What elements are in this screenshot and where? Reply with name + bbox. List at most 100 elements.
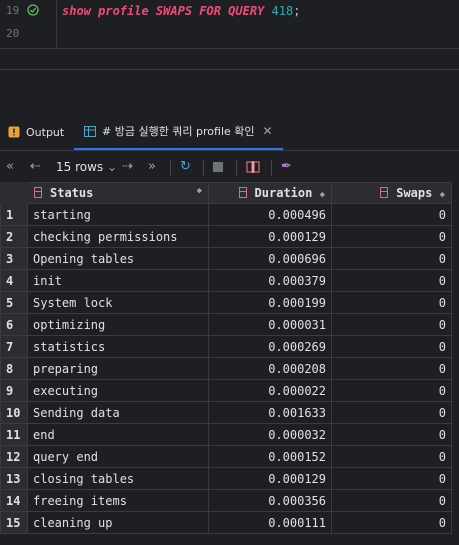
cell-status[interactable]: preparing bbox=[27, 357, 209, 380]
row-number[interactable]: 11 bbox=[0, 423, 28, 446]
row-number[interactable]: 3 bbox=[0, 247, 28, 270]
row-number[interactable]: 6 bbox=[0, 313, 28, 336]
table-row[interactable]: 13 closing tables 0.000129 0 bbox=[0, 467, 452, 490]
sort-icon[interactable]: ◆ bbox=[320, 190, 325, 200]
cell-swaps[interactable]: 0 bbox=[331, 247, 452, 270]
cell-duration[interactable]: 0.000199 bbox=[208, 291, 332, 314]
previous-page-icon[interactable]: ⇠ bbox=[30, 159, 41, 174]
cell-swaps[interactable]: 0 bbox=[331, 423, 452, 446]
cell-status[interactable]: query end bbox=[27, 445, 209, 468]
table-row[interactable]: 8 preparing 0.000208 0 bbox=[0, 357, 452, 380]
cell-swaps[interactable]: 0 bbox=[331, 445, 452, 468]
cell-status[interactable]: cleaning up bbox=[27, 511, 209, 534]
cell-swaps[interactable]: 0 bbox=[331, 269, 452, 292]
tab-output[interactable]: Output bbox=[8, 114, 64, 150]
table-row[interactable]: 7 statistics 0.000269 0 bbox=[0, 335, 452, 358]
cell-duration[interactable]: 0.000269 bbox=[208, 335, 332, 358]
stop-icon[interactable] bbox=[213, 161, 223, 176]
close-icon[interactable]: ✕ bbox=[263, 124, 273, 138]
table-row[interactable]: 14 freeing items 0.000356 0 bbox=[0, 489, 452, 512]
table-row[interactable]: 10 Sending data 0.001633 0 bbox=[0, 401, 452, 424]
table-row[interactable]: 3 Opening tables 0.000696 0 bbox=[0, 247, 452, 270]
cell-duration[interactable]: 0.000022 bbox=[208, 379, 332, 402]
compare-icon[interactable] bbox=[246, 160, 260, 174]
cell-duration[interactable]: 0.000696 bbox=[208, 247, 332, 270]
cell-duration[interactable]: 0.000129 bbox=[208, 225, 332, 248]
cell-status[interactable]: optimizing bbox=[27, 313, 209, 336]
cell-status[interactable]: checking permissions bbox=[27, 225, 209, 248]
cell-swaps[interactable]: 0 bbox=[331, 203, 452, 226]
cell-duration[interactable]: 0.000152 bbox=[208, 445, 332, 468]
sort-icon[interactable]: ◆ bbox=[440, 190, 445, 200]
cell-status[interactable]: freeing items bbox=[27, 489, 209, 512]
table-row[interactable]: 4 init 0.000379 0 bbox=[0, 269, 452, 292]
table-row[interactable]: 15 cleaning up 0.000111 0 bbox=[0, 511, 452, 534]
cell-status[interactable]: end bbox=[27, 423, 209, 446]
run-success-check-icon[interactable] bbox=[27, 4, 39, 16]
first-page-icon[interactable]: « bbox=[6, 159, 14, 174]
cell-swaps[interactable]: 0 bbox=[331, 511, 452, 534]
cell-duration[interactable]: 0.000208 bbox=[208, 357, 332, 380]
cell-status[interactable]: closing tables bbox=[27, 467, 209, 490]
cell-swaps[interactable]: 0 bbox=[331, 379, 452, 402]
cell-status[interactable]: starting bbox=[27, 203, 209, 226]
row-number[interactable]: 8 bbox=[0, 357, 28, 380]
grid-scrollbar[interactable] bbox=[452, 182, 459, 542]
code-editor[interactable]: 19 20 show profile SWAPS FOR QUERY 418; bbox=[0, 0, 459, 48]
last-page-icon[interactable]: » bbox=[148, 159, 156, 174]
table-row[interactable]: 6 optimizing 0.000031 0 bbox=[0, 313, 452, 336]
row-number[interactable]: 13 bbox=[0, 467, 28, 490]
cell-duration[interactable]: 0.001633 bbox=[208, 401, 332, 424]
column-header-swaps[interactable]: Swaps ◆ bbox=[331, 182, 452, 204]
cell-swaps[interactable]: 0 bbox=[331, 225, 452, 248]
row-number[interactable]: 9 bbox=[0, 379, 28, 402]
tab-query-result[interactable]: # 방금 실행한 쿼리 profile 확인 ✕ bbox=[74, 114, 283, 150]
cell-swaps[interactable]: 0 bbox=[331, 489, 452, 512]
cell-swaps[interactable]: 0 bbox=[331, 467, 452, 490]
cell-duration[interactable]: 0.000129 bbox=[208, 467, 332, 490]
cell-duration[interactable]: 0.000379 bbox=[208, 269, 332, 292]
tab-output-label: Output bbox=[26, 125, 65, 139]
code-line[interactable]: show profile SWAPS FOR QUERY 418; bbox=[62, 4, 300, 18]
cell-duration[interactable]: 0.000111 bbox=[208, 511, 332, 534]
row-number[interactable]: 4 bbox=[0, 269, 28, 292]
cell-duration[interactable]: 0.000356 bbox=[208, 489, 332, 512]
table-row[interactable]: 1 starting 0.000496 0 bbox=[0, 203, 452, 226]
services-tab-bar: Output # 방금 실행한 쿼리 profile 확인 ✕ bbox=[0, 114, 459, 151]
column-header-duration[interactable]: Duration ◆ bbox=[208, 182, 332, 204]
table-row[interactable]: 5 System lock 0.000199 0 bbox=[0, 291, 452, 314]
row-number[interactable]: 2 bbox=[0, 225, 28, 248]
row-number[interactable]: 5 bbox=[0, 291, 28, 314]
column-header-status[interactable]: Status ◆ bbox=[27, 182, 209, 204]
cell-status[interactable]: init bbox=[27, 269, 209, 292]
cell-swaps[interactable]: 0 bbox=[331, 357, 452, 380]
cell-status[interactable]: System lock bbox=[27, 291, 209, 314]
cell-duration[interactable]: 0.000032 bbox=[208, 423, 332, 446]
row-number[interactable]: 1 bbox=[0, 203, 28, 226]
cell-swaps[interactable]: 0 bbox=[331, 291, 452, 314]
table-row[interactable]: 9 executing 0.000022 0 bbox=[0, 379, 452, 402]
refresh-icon[interactable]: ↻ bbox=[180, 159, 191, 174]
cell-swaps[interactable]: 0 bbox=[331, 313, 452, 336]
table-row[interactable]: 12 query end 0.000152 0 bbox=[0, 445, 452, 468]
sort-icon[interactable]: ◆ bbox=[197, 186, 202, 196]
table-row[interactable]: 2 checking permissions 0.000129 0 bbox=[0, 225, 452, 248]
next-page-icon[interactable]: ⇢ bbox=[122, 159, 133, 174]
table-row[interactable]: 11 end 0.000032 0 bbox=[0, 423, 452, 446]
row-number[interactable]: 10 bbox=[0, 401, 28, 424]
row-number[interactable]: 14 bbox=[0, 489, 28, 512]
cell-duration[interactable]: 0.000496 bbox=[208, 203, 332, 226]
row-number[interactable]: 7 bbox=[0, 335, 28, 358]
pin-tab-icon[interactable]: ✒ bbox=[281, 159, 292, 174]
rows-count-dropdown[interactable]: 15 rows ⌄ bbox=[56, 160, 117, 174]
cell-status[interactable]: Sending data bbox=[27, 401, 209, 424]
cell-swaps[interactable]: 0 bbox=[331, 401, 452, 424]
sql-number: 418 bbox=[271, 4, 294, 18]
cell-status[interactable]: Opening tables bbox=[27, 247, 209, 270]
cell-status[interactable]: statistics bbox=[27, 335, 209, 358]
row-number[interactable]: 15 bbox=[0, 511, 28, 534]
cell-status[interactable]: executing bbox=[27, 379, 209, 402]
row-number[interactable]: 12 bbox=[0, 445, 28, 468]
cell-swaps[interactable]: 0 bbox=[331, 335, 452, 358]
cell-duration[interactable]: 0.000031 bbox=[208, 313, 332, 336]
